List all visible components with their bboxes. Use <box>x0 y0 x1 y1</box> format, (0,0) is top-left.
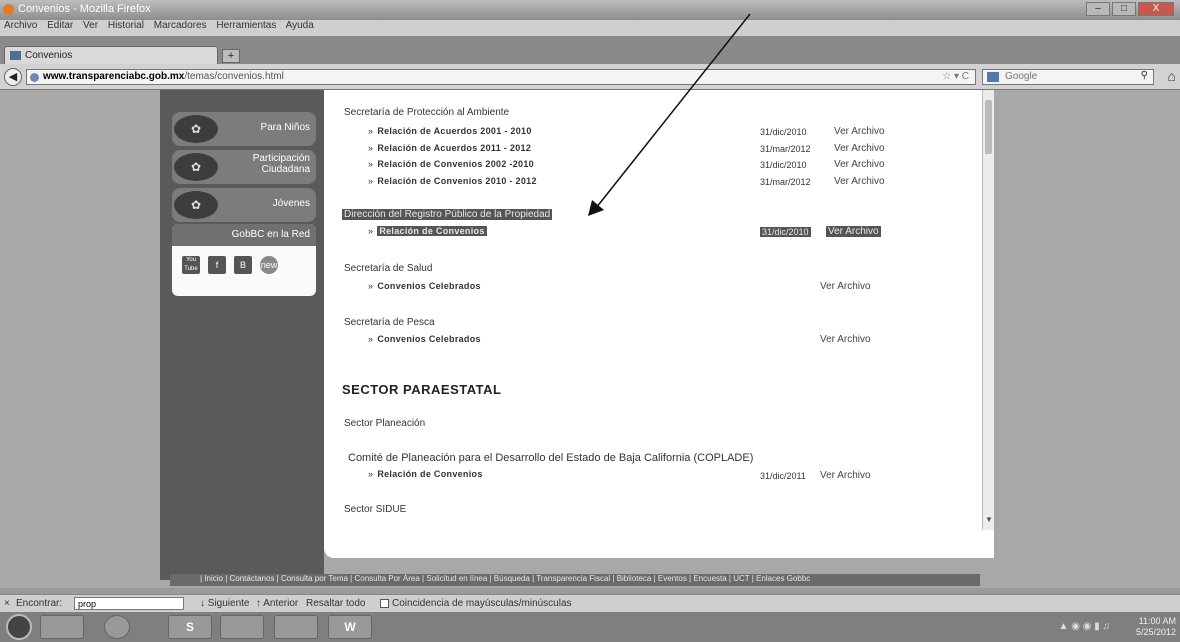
taskbar-app-explorer[interactable] <box>40 615 84 639</box>
taskbar-app-mail[interactable] <box>220 615 264 639</box>
taskbar-app-word[interactable]: W <box>328 615 372 639</box>
taskbar: S W ▲ ◉ ◉ ▮ ♫ 11:00 AM 5/25/2012 <box>0 612 1180 642</box>
taskbar-app-browser[interactable] <box>104 615 130 639</box>
taskbar-app-pdf[interactable] <box>274 615 318 639</box>
taskbar-clock[interactable]: 11:00 AM 5/25/2012 <box>1136 616 1176 638</box>
match-case-checkbox[interactable]: Coincidencia de mayúsculas/minúsculas <box>380 598 572 609</box>
find-next-button[interactable]: ↓ Siguiente <box>200 598 249 609</box>
clock-date: 5/25/2012 <box>1135 627 1176 637</box>
annotation-arrow <box>588 13 751 216</box>
find-prev-button[interactable]: ↑ Anterior <box>256 598 298 609</box>
taskbar-app-s[interactable]: S <box>168 615 212 639</box>
clock-time: 11:00 AM <box>1138 616 1176 626</box>
find-input[interactable] <box>74 597 184 610</box>
find-bar: × Encontrar: ↓ Siguiente ↑ Anterior Resa… <box>0 594 1180 612</box>
find-label: Encontrar: <box>16 598 63 609</box>
system-tray[interactable]: ▲ ◉ ◉ ▮ ♫ <box>1059 621 1110 632</box>
highlight-all-toggle[interactable]: Resaltar todo <box>306 598 365 609</box>
find-close-button[interactable]: × <box>4 598 10 609</box>
start-button[interactable] <box>6 614 32 640</box>
